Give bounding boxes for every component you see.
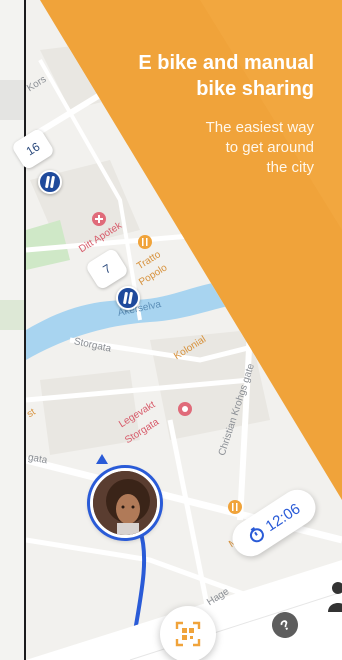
- promo-title: E bike and manual bike sharing: [74, 50, 314, 102]
- location-arrow-icon: [96, 454, 108, 464]
- ride-timer-value: 12:06: [262, 499, 304, 535]
- bike-count-value: 7: [100, 261, 114, 277]
- scan-qr-button[interactable]: [160, 606, 216, 660]
- bike-count-value: 16: [23, 139, 43, 159]
- bike-station-icon[interactable]: [38, 170, 62, 194]
- pharmacy-poi-icon[interactable]: [92, 212, 106, 226]
- promo-subtitle-line-1: The easiest way: [205, 119, 314, 136]
- promo-title-line-2: bike sharing: [196, 78, 314, 100]
- promo-title-line-1: E bike and manual: [138, 52, 314, 74]
- promo-subtitle: The easiest way to get around the city: [114, 118, 314, 178]
- restaurant-poi-icon[interactable]: [228, 500, 242, 514]
- hospital-poi-icon[interactable]: [178, 402, 192, 416]
- avatar[interactable]: [90, 468, 160, 538]
- bike-station-icon[interactable]: [116, 286, 140, 310]
- profile-icon[interactable]: [322, 578, 342, 618]
- qr-scan-icon: [175, 621, 201, 647]
- restaurant-poi-icon[interactable]: [138, 235, 152, 249]
- promo-scene: E bike and manual bike sharing The easie…: [0, 0, 342, 660]
- promo-subtitle-line-2: to get around: [225, 139, 314, 156]
- stopwatch-icon: [249, 527, 264, 543]
- promo-subtitle-line-3: the city: [266, 159, 314, 176]
